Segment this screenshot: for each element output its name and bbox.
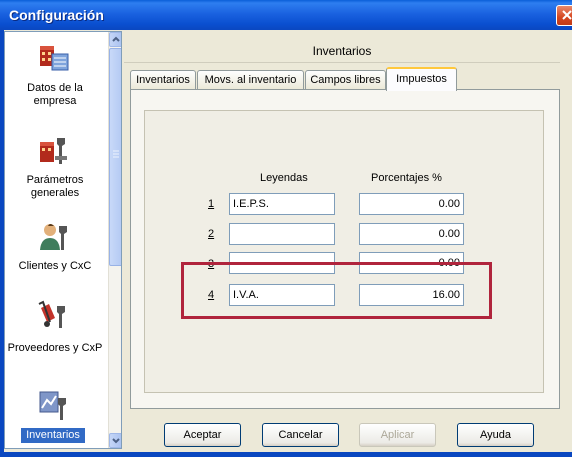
sidebar-item-clientes[interactable]: Clientes y CxC xyxy=(5,218,105,288)
scroll-up-button[interactable] xyxy=(109,32,121,47)
apply-button[interactable]: Aplicar xyxy=(359,423,436,447)
window-frame-bottom xyxy=(0,452,572,457)
cancel-button[interactable]: Cancelar xyxy=(262,423,339,447)
legend-column-header: Leyendas xyxy=(260,172,308,184)
general-parameters-icon xyxy=(40,138,67,164)
clients-icon xyxy=(40,224,67,250)
accept-button[interactable]: Aceptar xyxy=(164,423,241,447)
legend-field-2[interactable] xyxy=(229,223,335,245)
tab-inventarios[interactable]: Inventarios xyxy=(130,70,196,89)
window-title: Configuración xyxy=(9,7,104,23)
tab-panel-impuestos xyxy=(130,89,560,409)
sidebar-item-parametros-generales[interactable]: Parámetros generales xyxy=(5,130,105,210)
sidebar-item-label: Proveedores y CxP xyxy=(7,342,103,354)
sidebar-item-datos-empresa[interactable]: Datos de la empresa xyxy=(5,38,105,128)
highlight-box xyxy=(181,262,492,319)
tab-campos-libres[interactable]: Campos libres xyxy=(305,70,386,89)
close-button[interactable] xyxy=(556,5,572,26)
row-number: 2 xyxy=(208,228,215,240)
close-icon xyxy=(562,10,572,20)
scroll-thumb[interactable] xyxy=(109,48,121,266)
grip-icon xyxy=(113,150,119,158)
sidebar-item-label: Clientes y CxC xyxy=(18,260,92,272)
row-number: 1 xyxy=(208,198,215,210)
chevron-up-icon xyxy=(112,36,120,42)
chevron-down-icon xyxy=(112,438,120,444)
scroll-down-button[interactable] xyxy=(109,433,121,448)
sidebar-item-label: Datos de la empresa xyxy=(27,82,83,107)
sidebar-item-proveedores[interactable]: Proveedores y CxP xyxy=(5,294,105,384)
company-data-icon xyxy=(40,46,69,71)
help-button[interactable]: Ayuda xyxy=(457,423,534,447)
tab-movs-inventario[interactable]: Movs. al inventario xyxy=(197,70,304,89)
sidebar-scrollbar[interactable] xyxy=(108,32,121,448)
percent-column-header: Porcentajes % xyxy=(371,172,442,184)
tab-impuestos[interactable]: Impuestos xyxy=(386,67,457,91)
sidebar: Datos de la empresa Parámetros generales… xyxy=(4,31,122,449)
percent-field-1[interactable]: 0.00 xyxy=(359,193,464,215)
title-bar[interactable]: Configuración xyxy=(0,0,572,30)
inventory-icon xyxy=(39,391,66,420)
sidebar-item-label: Parámetros generales xyxy=(26,174,84,199)
sidebar-item-inventarios[interactable]: Inventarios xyxy=(5,388,105,448)
taxes-group xyxy=(144,110,544,393)
legend-field-1[interactable]: I.E.P.S. xyxy=(229,193,335,215)
sidebar-item-label: Inventarios xyxy=(21,428,85,443)
percent-field-2[interactable]: 0.00 xyxy=(359,223,464,245)
configuration-window: Configuración Datos de la empresa Paráme… xyxy=(0,0,572,457)
suppliers-icon xyxy=(38,300,65,328)
section-title: Inventarios xyxy=(124,40,560,63)
